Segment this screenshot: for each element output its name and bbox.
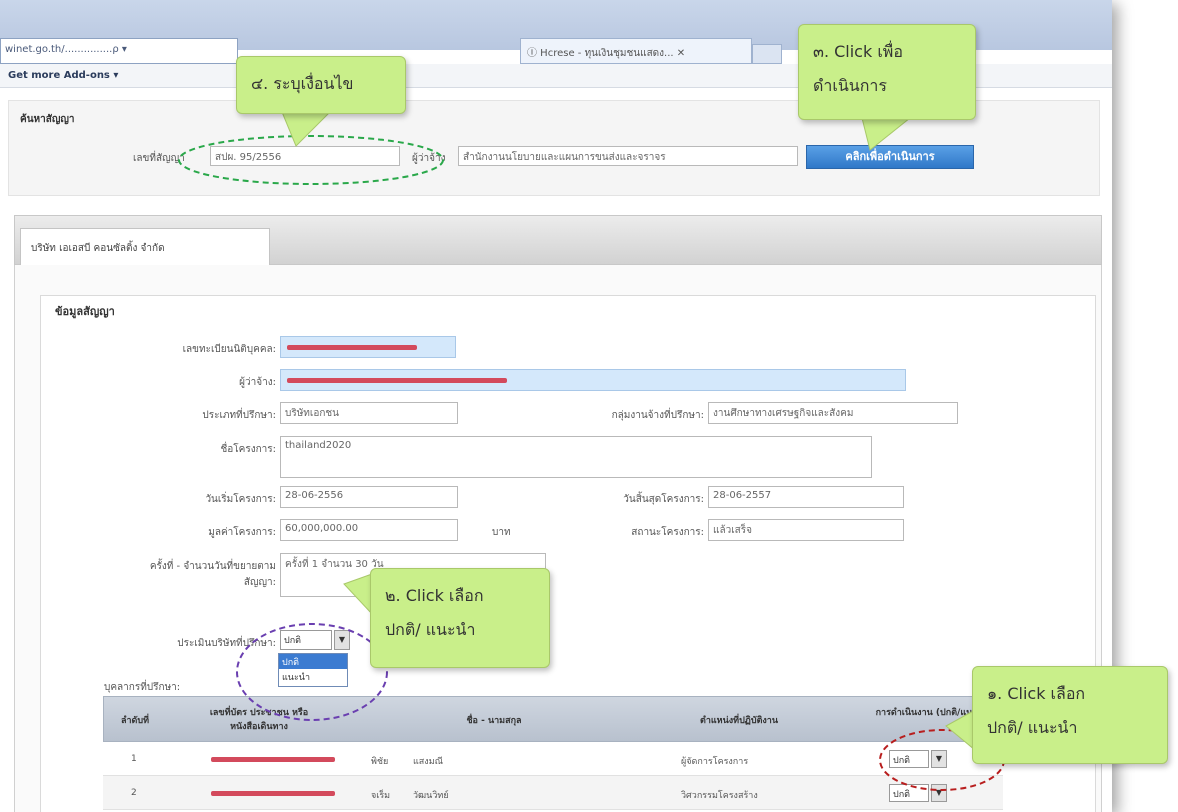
callout-step2-line2: ปกติ/ แนะนำ — [385, 620, 476, 639]
callout-step1: ๑. Click เลือก ปกติ/ แนะนำ — [972, 666, 1168, 764]
callout-step4: ๔. ระบุเงื่อนไข — [236, 56, 406, 114]
callout-step2-line1: ๒. Click เลือก — [385, 586, 484, 605]
callout-pointer-step1 — [945, 709, 976, 752]
callout-step1-line2: ปกติ/ แนะนำ — [987, 718, 1078, 737]
callout-pointer-step2 — [343, 573, 373, 616]
callout-step3-line2: ดำเนินการ — [813, 76, 887, 95]
callout-step3-line1: ๓. Click เพื่อ — [813, 42, 903, 61]
callout-pointer-step4 — [281, 111, 332, 147]
callout-step1-line1: ๑. Click เลือก — [987, 684, 1086, 703]
purple-dash-ellipse — [236, 623, 388, 721]
callout-pointer-step3 — [861, 117, 912, 151]
callout-step2: ๒. Click เลือก ปกติ/ แนะนำ — [370, 568, 550, 668]
callout-step3: ๓. Click เพื่อ ดำเนินการ — [798, 24, 976, 120]
green-dash-ellipse — [178, 135, 444, 185]
callout-step4-line1: ๔. ระบุเงื่อนไข — [251, 74, 354, 93]
